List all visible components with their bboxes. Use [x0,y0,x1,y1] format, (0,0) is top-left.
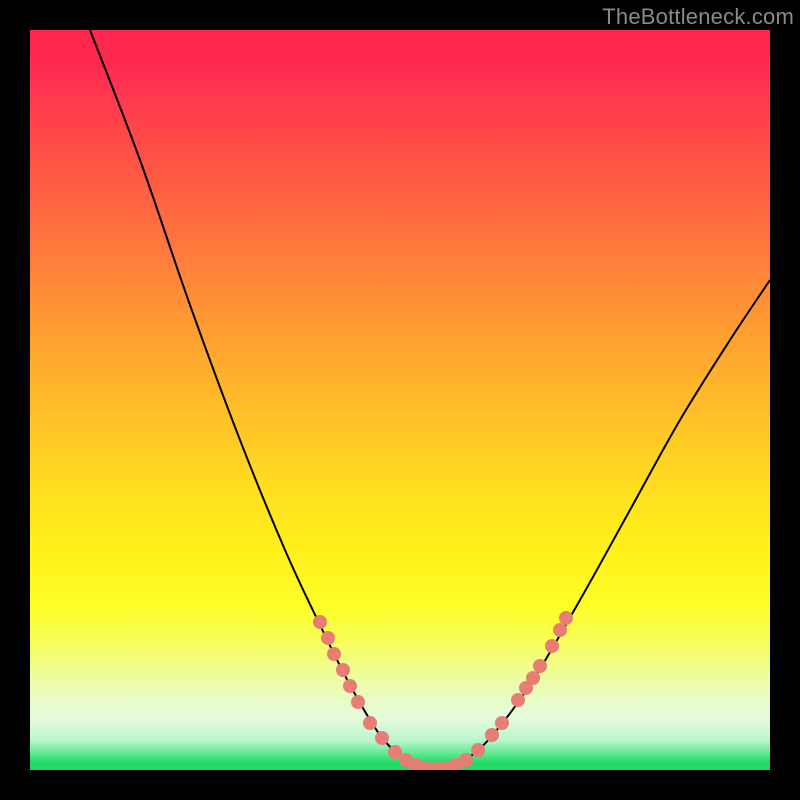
data-point [343,679,357,693]
bottom-cluster-dots [388,743,485,770]
data-point [375,731,389,745]
data-point [471,743,485,757]
data-point [321,631,335,645]
data-point [533,659,547,673]
data-point [351,695,365,709]
data-point [511,693,525,707]
curve-layer [30,30,770,770]
data-point [495,716,509,730]
data-point [313,615,327,629]
bottleneck-curve [90,30,770,769]
data-point [545,639,559,653]
data-point [459,753,473,767]
data-point [363,716,377,730]
right-cluster-dots [485,611,573,742]
data-point [553,623,567,637]
data-point [336,663,350,677]
data-point [485,728,499,742]
chart-container: TheBottleneck.com [0,0,800,800]
data-point [559,611,573,625]
left-cluster-dots [313,615,389,745]
data-point [526,671,540,685]
data-point [327,647,341,661]
plot-area [30,30,770,770]
watermark-text: TheBottleneck.com [602,4,794,30]
